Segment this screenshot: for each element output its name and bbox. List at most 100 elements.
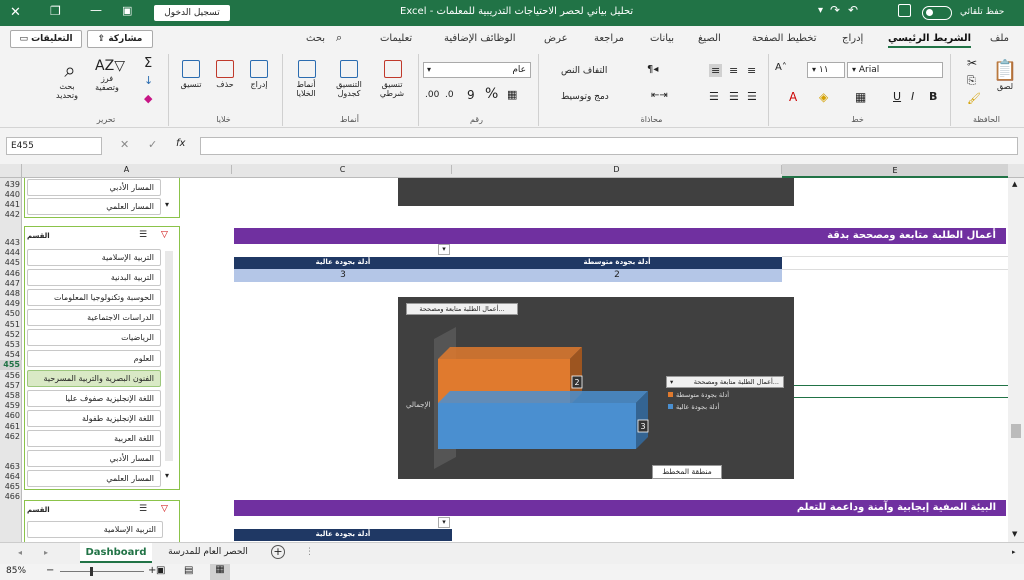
tab-formulas[interactable]: الصيغ: [698, 33, 721, 44]
select-all-corner[interactable]: [0, 164, 22, 178]
row-header-448[interactable]: 448: [0, 289, 22, 299]
hscroll-right-icon[interactable]: ▸: [1012, 548, 1016, 556]
close-icon[interactable]: ✕: [10, 5, 21, 20]
multi-select-icon[interactable]: ☰: [139, 230, 147, 240]
tab-help[interactable]: تعليمات: [380, 33, 412, 44]
column-header-e[interactable]: E: [782, 164, 1008, 178]
row-header-454[interactable]: 454: [0, 350, 22, 360]
conditional-format-button[interactable]: تنسيق شرطي: [373, 60, 413, 98]
tab-scroll-right-icon[interactable]: ▸: [44, 548, 48, 557]
row-header-461[interactable]: 461: [0, 422, 22, 432]
zoom-out-icon[interactable]: −: [46, 565, 54, 576]
slicer-item-literary[interactable]: المسار الأدبي: [27, 179, 161, 196]
paste-button[interactable]: 📋 لصق: [991, 58, 1019, 91]
row-header-463[interactable]: 463: [0, 462, 22, 472]
row-header-440[interactable]: 440: [0, 190, 22, 200]
row-header-458[interactable]: 458: [0, 391, 22, 401]
more-options-icon[interactable]: ⋮: [305, 547, 314, 557]
slicer-item[interactable]: التربية الإسلامية: [27, 521, 163, 538]
tab-view[interactable]: عرض: [544, 33, 568, 44]
slicer-item[interactable]: اللغة الإنجليزية صفوف عليا: [27, 389, 161, 407]
decimal2-icon[interactable]: .0: [445, 90, 454, 100]
search-icon[interactable]: ⌕: [336, 31, 342, 45]
signin-button[interactable]: تسجيل الدخول: [154, 5, 230, 21]
slicer-item[interactable]: اللغة العربية: [27, 429, 161, 447]
minimize-icon[interactable]: —: [90, 3, 102, 17]
sheet-tab-dashboard[interactable]: Dashboard: [80, 543, 152, 563]
column-header-c[interactable]: C: [234, 165, 452, 174]
format-table-button[interactable]: التنسيق كجدول: [329, 60, 369, 98]
tab-review[interactable]: مراجعة: [594, 33, 624, 44]
scroll-thumb[interactable]: [1011, 424, 1021, 438]
row-header-446[interactable]: 446: [0, 269, 22, 279]
find-select-button[interactable]: ⌕ بحث وتحديد: [52, 58, 88, 100]
slicer-item[interactable]: التربية البدنية: [27, 269, 161, 287]
indent-icon[interactable]: ⇤⇥: [651, 90, 668, 101]
tab-home[interactable]: الشريط الرئيسي: [888, 33, 972, 48]
row-header-441[interactable]: 441: [0, 200, 22, 210]
filter-dropdown-icon[interactable]: ▾: [438, 244, 450, 255]
row-header-450[interactable]: 450: [0, 309, 22, 319]
share-button[interactable]: ⇪ مشاركة: [87, 30, 153, 48]
redo-icon[interactable]: ↷: [830, 3, 840, 17]
tab-insert[interactable]: إدراج: [842, 33, 863, 44]
column-header-a[interactable]: A: [22, 165, 232, 174]
slicer-item[interactable]: الفنون البصرية والتربية المسرحية: [27, 369, 161, 387]
multi-select-icon[interactable]: ☰: [139, 504, 147, 514]
row-header-462[interactable]: 462: [0, 432, 22, 442]
page-break-view-icon[interactable]: ▣: [156, 565, 165, 576]
row-header-445[interactable]: 445: [0, 258, 22, 268]
slicer-item[interactable]: الدراسات الاجتماعية: [27, 309, 161, 327]
tab-addins[interactable]: الوظائف الإضافية: [444, 33, 516, 44]
clear-filter-icon[interactable]: ▽: [161, 504, 168, 514]
sum-icon[interactable]: Σ: [144, 56, 152, 71]
formula-input[interactable]: [200, 137, 1018, 155]
add-sheet-icon[interactable]: +: [271, 545, 285, 559]
horizontal-scrollbar[interactable]: [320, 549, 1010, 557]
scroll-up-icon[interactable]: ▲: [1012, 180, 1017, 188]
italic-icon[interactable]: I: [911, 90, 914, 103]
slicer-item[interactable]: التربية الإسلامية: [27, 249, 161, 266]
tab-page-layout[interactable]: تخطيط الصفحة: [752, 33, 817, 44]
slicer-item[interactable]: الرياضيات: [27, 329, 161, 347]
row-header-466[interactable]: 466: [0, 492, 22, 502]
wrap-text-button[interactable]: التفاف النص: [561, 66, 607, 76]
decimal-icon[interactable]: .00: [425, 90, 439, 100]
tab-data[interactable]: بيانات: [650, 33, 674, 44]
tab-scroll-left-icon[interactable]: ◂: [18, 548, 22, 557]
format-painter-icon[interactable]: 🖌: [967, 92, 981, 105]
insert-button[interactable]: إدراج: [245, 60, 273, 89]
row-header-457[interactable]: 457: [0, 381, 22, 391]
clear-filter-icon[interactable]: ▽: [161, 230, 168, 240]
tab-search[interactable]: بحث: [306, 33, 325, 44]
vertical-scrollbar[interactable]: ▲ ▼: [1008, 178, 1024, 542]
row-header-447[interactable]: 447: [0, 279, 22, 289]
row-header-460[interactable]: 460: [0, 411, 22, 421]
bold-icon[interactable]: B: [929, 90, 937, 103]
row-header-459[interactable]: 459: [0, 401, 22, 411]
tab-file[interactable]: ملف: [990, 33, 1009, 44]
scroll-down-icon[interactable]: ▾: [165, 471, 169, 480]
font-color-icon[interactable]: A: [789, 90, 797, 104]
row-header-455[interactable]: 455: [0, 360, 22, 371]
ribbon-display-icon[interactable]: ▣: [122, 4, 132, 17]
font-size-select[interactable]: ▾ ١١: [807, 62, 845, 78]
slicer-item[interactable]: اللغة الإنجليزية طفولة: [27, 409, 161, 427]
row-header-439[interactable]: 439: [0, 180, 22, 190]
row-header-449[interactable]: 449: [0, 299, 22, 309]
underline-icon[interactable]: U: [893, 90, 901, 103]
borders-icon[interactable]: ▦: [855, 90, 866, 104]
row-header-456[interactable]: 456: [0, 371, 22, 381]
insert-function-button[interactable]: fx: [176, 138, 185, 149]
sheet-tab-school-summary[interactable]: الحصر العام للمدرسة: [158, 547, 258, 557]
copy-icon[interactable]: ⎘: [967, 74, 976, 88]
chart-filter-button[interactable]: أعمال الطلبة متابعة ومصححة...: [406, 303, 518, 315]
row-header-442[interactable]: 442: [0, 210, 22, 220]
save-icon[interactable]: [898, 4, 911, 17]
row-header-452[interactable]: 452: [0, 330, 22, 340]
scroll-down-icon[interactable]: ▼: [1012, 530, 1017, 538]
undo-icon[interactable]: ↶: [848, 3, 858, 17]
enter-icon[interactable]: ✓: [148, 138, 157, 151]
slicer-item[interactable]: العلوم: [27, 349, 161, 367]
legend-filter-button[interactable]: ▾ أعمال الطلبة متابعة ومصححة...: [666, 376, 784, 388]
